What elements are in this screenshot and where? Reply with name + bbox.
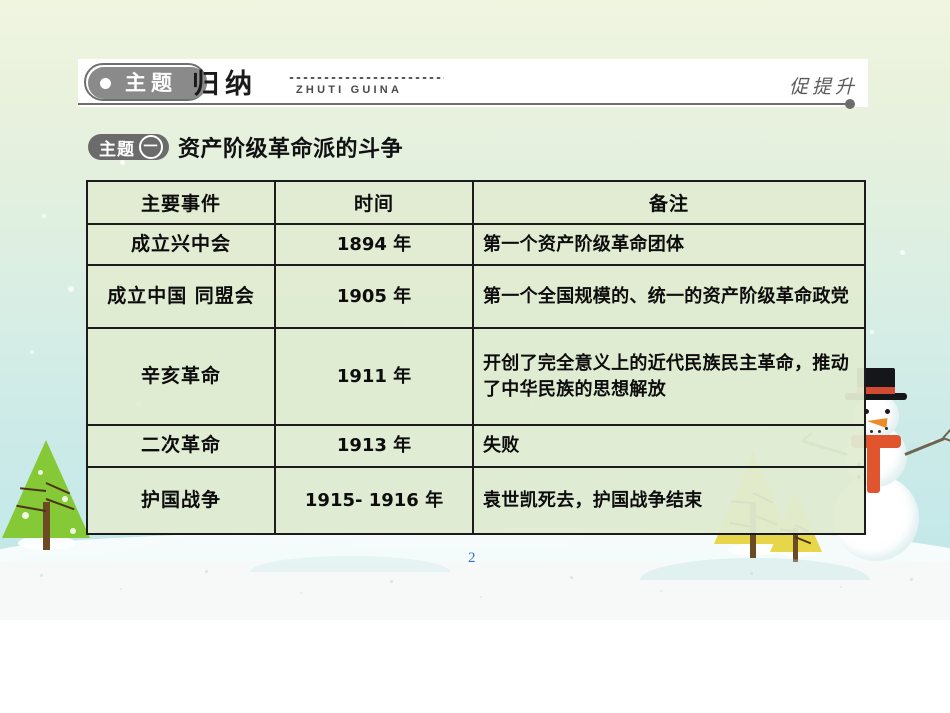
cell-time: 1894 年	[274, 223, 474, 266]
table-row: 二次革命 1913 年 失败	[86, 424, 866, 468]
header-rule	[78, 103, 850, 105]
cell-event: 护国战争	[86, 466, 276, 535]
bottom-white-panel	[0, 556, 950, 713]
header-pinyin: ZHUTI GUINA	[296, 84, 403, 96]
header-right-note: 促提升	[788, 76, 858, 98]
cell-remark: 失败	[472, 424, 866, 468]
cell-remark: 开创了完全意义上的近代民族民主革命，推动了中华民族的思想解放	[472, 327, 866, 426]
cell-time: 1915- 1916 年	[274, 466, 474, 535]
topic-badge: 主题 一	[88, 134, 169, 160]
cell-time: 1911 年	[274, 327, 474, 426]
table-row: 护国战争 1915- 1916 年 袁世凯死去，护国战争结束	[86, 466, 866, 535]
cell-event: 成立兴中会	[86, 223, 276, 266]
snow-texture-strip	[0, 556, 950, 620]
cell-remark: 第一个全国规模的、统一的资产阶级革命政党	[472, 264, 866, 329]
slide-page: 主题 归纳 ZHUTI GUINA 促提升 主题 一 资产阶级革命派的斗争 主要…	[0, 0, 950, 713]
slide-canvas: 主题 归纳 ZHUTI GUINA 促提升 主题 一 资产阶级革命派的斗争 主要…	[0, 0, 950, 562]
header-rule-end-dot	[845, 99, 855, 109]
cell-remark: 第一个资产阶级革命团体	[472, 223, 866, 266]
summary-table: 主要事件 时间 备注 成立兴中会 1894 年 第一个资产阶级革命团体 成立中国…	[86, 180, 866, 535]
header-title-pill: 主题	[84, 63, 207, 101]
table-row: 成立兴中会 1894 年 第一个资产阶级革命团体	[86, 223, 866, 266]
cell-remark: 袁世凯死去，护国战争结束	[472, 466, 866, 535]
cell-event: 辛亥革命	[86, 327, 276, 426]
pine-tree-green-icon	[0, 436, 96, 556]
cell-event: 二次革命	[86, 424, 276, 468]
header-title-black: 归纳	[192, 69, 258, 100]
topic-heading: 资产阶级革命派的斗争	[178, 137, 404, 162]
page-number: 2	[468, 550, 476, 562]
table-row: 辛亥革命 1911 年 开创了完全意义上的近代民族民主革命，推动了中华民族的思想…	[86, 327, 866, 426]
pinyin-dotted-rule	[288, 76, 444, 80]
cell-time: 1905 年	[274, 264, 474, 329]
cell-event: 成立中国 同盟会	[86, 264, 276, 329]
column-header-event: 主要事件	[86, 180, 276, 225]
column-header-remark: 备注	[472, 180, 866, 225]
header-title-pill-fill: 主题	[88, 67, 207, 99]
table-header-row: 主要事件 时间 备注	[86, 180, 866, 225]
topic-badge-label: 主题	[99, 139, 135, 160]
topic-badge-number: 一	[139, 135, 163, 159]
bullet-dot-icon	[100, 77, 111, 89]
subtitle-row: 主题 一 资产阶级革命派的斗争	[88, 132, 403, 162]
cell-time: 1913 年	[274, 424, 474, 468]
column-header-time: 时间	[274, 180, 474, 225]
table-row: 成立中国 同盟会 1905 年 第一个全国规模的、统一的资产阶级革命政党	[86, 264, 866, 329]
header-pill-label: 主题	[125, 70, 177, 95]
